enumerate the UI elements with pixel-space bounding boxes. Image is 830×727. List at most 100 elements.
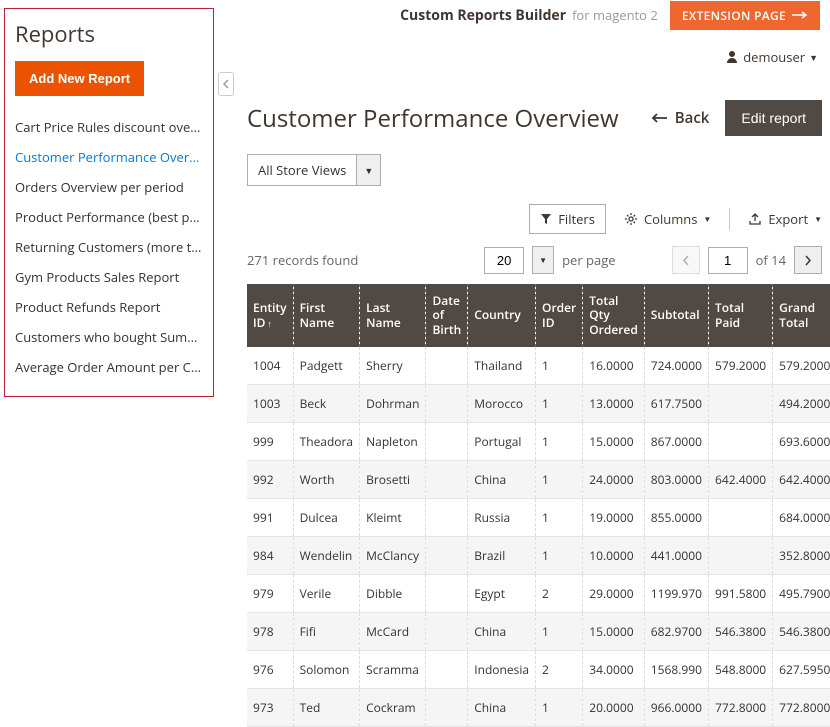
cell: 494.2000	[773, 385, 830, 423]
page-of-label: of 14	[756, 251, 786, 269]
grid-toolbar: Filters Columns ▼ Export ▼	[247, 204, 830, 234]
export-label: Export	[768, 210, 808, 228]
cell	[426, 613, 468, 651]
edit-report-button[interactable]: Edit report	[725, 100, 822, 136]
per-page-dropdown[interactable]: ▼	[532, 246, 554, 274]
sidebar-item[interactable]: Product Performance (best per...	[15, 202, 203, 232]
caret-down-icon: ▼	[703, 214, 711, 225]
cell: 642.4000	[773, 461, 830, 499]
cell: 693.6000	[773, 423, 830, 461]
sidebar-item[interactable]: Average Order Amount per Cu...	[15, 352, 203, 382]
cell: 579.2000	[708, 347, 772, 385]
cell	[426, 537, 468, 575]
cell: 867.0000	[644, 423, 708, 461]
cell: 978	[247, 613, 293, 651]
sidebar: Reports Add New Report Cart Price Rules …	[4, 8, 214, 397]
table-row[interactable]: 999TheadoraNapletonPortugal115.0000867.0…	[247, 423, 830, 461]
cell: 984	[247, 537, 293, 575]
cell: 495.7900	[773, 575, 830, 613]
report-list: Cart Price Rules discount overv...Custom…	[15, 112, 203, 382]
store-view-dropdown[interactable]: ▼	[357, 154, 381, 186]
per-page-input[interactable]	[484, 247, 524, 274]
table-row[interactable]: 979VerileDibbleEgypt229.00001199.970991.…	[247, 575, 830, 613]
funnel-icon	[540, 213, 552, 225]
sidebar-heading: Reports	[15, 19, 203, 49]
cell: 627.5950	[773, 651, 830, 689]
cell: Sherry	[360, 347, 426, 385]
cell	[426, 461, 468, 499]
page-header: Customer Performance Overview Back Edit …	[247, 100, 830, 136]
cell	[708, 499, 772, 537]
chevron-left-icon	[682, 255, 689, 266]
cell: 1568.990	[644, 651, 708, 689]
cell: 548.8000	[708, 651, 772, 689]
cell: 1	[536, 537, 583, 575]
table-row[interactable]: 992WorthBrosettiChina124.0000803.0000642…	[247, 461, 830, 499]
sidebar-item[interactable]: Orders Overview per period	[15, 172, 203, 202]
back-label: Back	[675, 108, 710, 128]
sidebar-collapse-handle[interactable]	[218, 72, 234, 96]
cell: Solomon	[293, 651, 360, 689]
store-view-value: All Store Views	[247, 154, 357, 186]
caret-down-icon: ▼	[814, 214, 822, 225]
cell: Thailand	[468, 347, 536, 385]
column-header[interactable]: Order ID	[536, 284, 583, 347]
back-button[interactable]: Back	[651, 108, 710, 128]
column-header[interactable]: Subtotal	[644, 284, 708, 347]
column-header[interactable]: Grand Total	[773, 284, 830, 347]
prev-page-button[interactable]	[672, 246, 700, 274]
cell: Worth	[293, 461, 360, 499]
cell	[426, 347, 468, 385]
cell: Brosetti	[360, 461, 426, 499]
cell: 803.0000	[644, 461, 708, 499]
cell: 1003	[247, 385, 293, 423]
cell: 991.5800	[708, 575, 772, 613]
page-input[interactable]	[708, 247, 748, 274]
cell: Indonesia	[468, 651, 536, 689]
cell: 29.0000	[583, 575, 645, 613]
user-menu[interactable]: demouser ▼	[725, 48, 818, 66]
export-button[interactable]: Export ▼	[748, 210, 822, 228]
columns-button[interactable]: Columns ▼	[624, 210, 711, 228]
column-header[interactable]: Entity ID↑	[247, 284, 293, 347]
app-subtitle: for magento 2	[572, 6, 658, 24]
table-row[interactable]: 991DulceaKleimtRussia119.0000855.0000684…	[247, 499, 830, 537]
sidebar-item[interactable]: Customers who bought Summ...	[15, 322, 203, 352]
sidebar-item[interactable]: Gym Products Sales Report	[15, 262, 203, 292]
cell: 13.0000	[583, 385, 645, 423]
table-row[interactable]: 978FifiMcCardChina115.0000682.9700546.38…	[247, 613, 830, 651]
arrow-left-icon	[651, 113, 667, 123]
store-view-select[interactable]: All Store Views ▼	[247, 154, 381, 186]
sidebar-item[interactable]: Product Refunds Report	[15, 292, 203, 322]
next-page-button[interactable]	[794, 246, 822, 274]
cell: 546.3800	[708, 613, 772, 651]
cell: 999	[247, 423, 293, 461]
pager-controls: ▼ per page of 14	[484, 246, 822, 274]
add-new-report-button[interactable]: Add New Report	[15, 61, 144, 96]
column-header[interactable]: Total Qty Ordered	[583, 284, 645, 347]
table-row[interactable]: 1003BeckDohrmanMorocco113.0000617.750049…	[247, 385, 830, 423]
caret-down-icon: ▼	[809, 51, 818, 64]
table-row[interactable]: 984WendelinMcClancyBrazil110.0000441.000…	[247, 537, 830, 575]
sidebar-item[interactable]: Cart Price Rules discount overv...	[15, 112, 203, 142]
table-row[interactable]: 976SolomonScrammaIndonesia234.00001568.9…	[247, 651, 830, 689]
cell: Cockram	[360, 689, 426, 727]
cell: Napleton	[360, 423, 426, 461]
column-header[interactable]: Country	[468, 284, 536, 347]
filters-button[interactable]: Filters	[529, 204, 606, 234]
table-row[interactable]: 1004PadgettSherryThailand116.0000724.000…	[247, 347, 830, 385]
cell: 772.8000	[773, 689, 830, 727]
sidebar-item[interactable]: Customer Performance Overvi...	[15, 142, 203, 172]
column-header[interactable]: First Name	[293, 284, 360, 347]
table-row[interactable]: 973TedCockramChina120.0000966.0000772.80…	[247, 689, 830, 727]
cell: China	[468, 461, 536, 499]
sidebar-item[interactable]: Returning Customers (more th...	[15, 232, 203, 262]
cell: 682.9700	[644, 613, 708, 651]
column-header[interactable]: Last Name	[360, 284, 426, 347]
column-header[interactable]: Date of Birth	[426, 284, 468, 347]
cell: 976	[247, 651, 293, 689]
column-header[interactable]: Total Paid	[708, 284, 772, 347]
cell: 34.0000	[583, 651, 645, 689]
user-icon	[725, 50, 739, 64]
extension-page-button[interactable]: EXTENSION PAGE	[670, 1, 820, 30]
